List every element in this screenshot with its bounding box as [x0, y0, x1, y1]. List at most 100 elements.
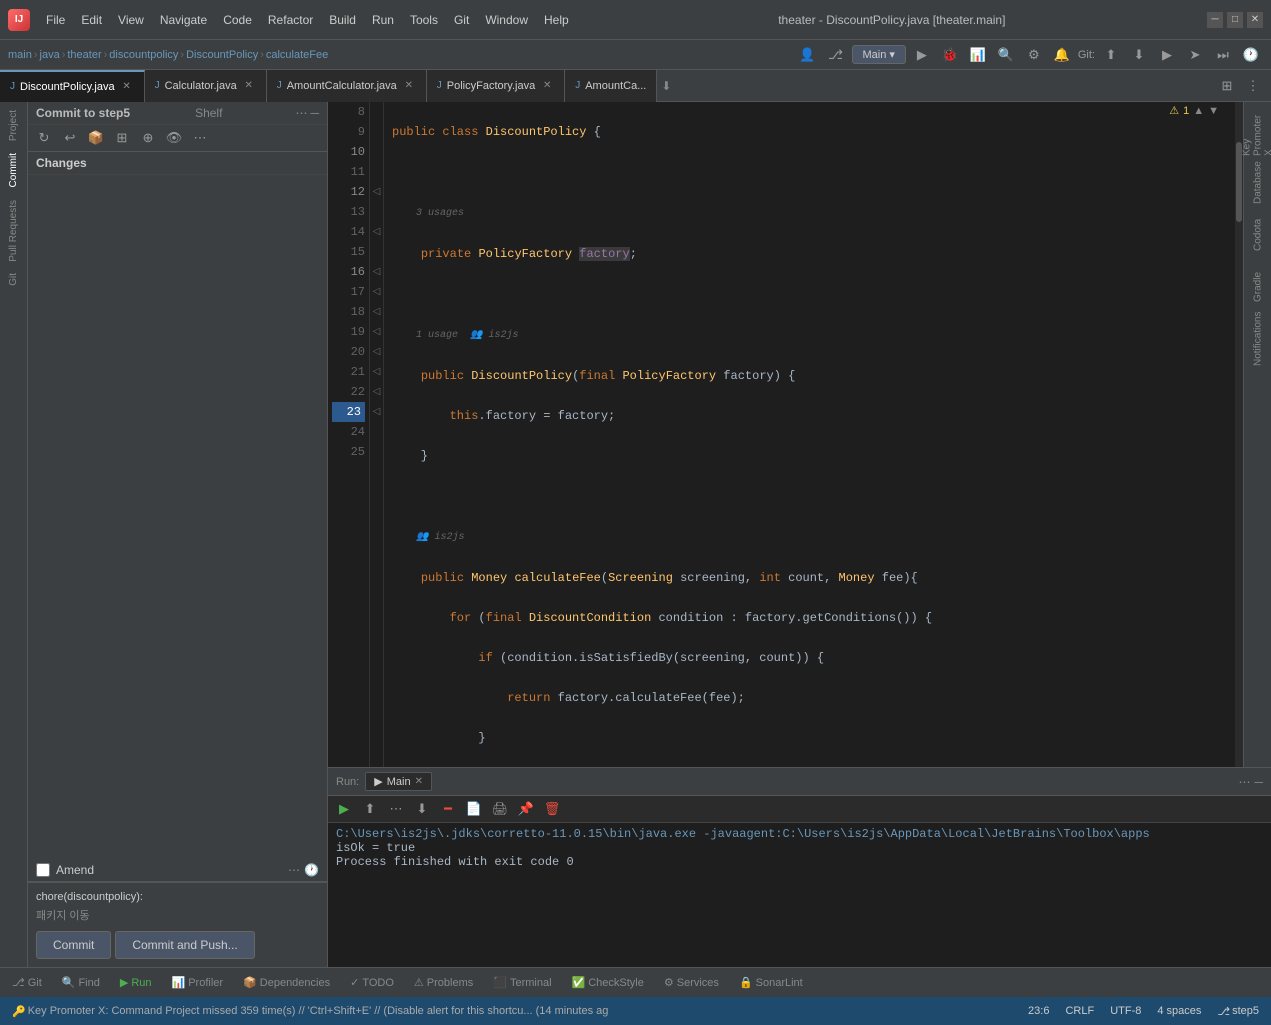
maximize-button[interactable]: □: [1227, 12, 1243, 28]
amend-checkbox[interactable]: [36, 863, 50, 877]
window-controls[interactable]: ─ □ ✕: [1207, 12, 1263, 28]
tab-amountcalculator[interactable]: J AmountCalculator.java ✕: [267, 70, 427, 102]
breadcrumb-class[interactable]: DiscountPolicy: [186, 49, 258, 61]
git-more-icon[interactable]: ▶: [1155, 44, 1179, 66]
tab-calculator[interactable]: J Calculator.java ✕: [145, 70, 267, 102]
bottom-problems[interactable]: ⚠ Problems: [410, 974, 477, 991]
user-icon[interactable]: 👤: [796, 44, 820, 66]
menu-tools[interactable]: Tools: [402, 9, 446, 31]
sidebar-item-pullrequests[interactable]: Pull Requests: [8, 196, 19, 266]
expand-icon[interactable]: ⊕: [136, 127, 160, 149]
bottom-services[interactable]: ⚙ Services: [660, 974, 723, 991]
run-trash-icon[interactable]: 🗑: [540, 798, 564, 820]
terminal-tab-close[interactable]: ✕: [415, 776, 423, 787]
git-pull-icon[interactable]: ⬇: [1127, 44, 1151, 66]
menu-window[interactable]: Window: [477, 9, 536, 31]
amend-clock-icon[interactable]: 🕐: [304, 863, 319, 877]
vertical-scrollbar[interactable]: [1235, 102, 1243, 767]
tab-amountca[interactable]: J AmountCa...: [565, 70, 657, 102]
git-push-icon[interactable]: ⬆: [1099, 44, 1123, 66]
git-arrow-icon[interactable]: ➤: [1183, 44, 1207, 66]
bottom-checkstyle[interactable]: ✅ CheckStyle: [568, 974, 648, 991]
breadcrumb-java[interactable]: java: [40, 49, 60, 61]
notification-icon[interactable]: 🔔: [1050, 44, 1074, 66]
commit-to-label[interactable]: Commit to step5: [36, 106, 130, 120]
breadcrumb-main[interactable]: main: [8, 49, 32, 61]
commit-button[interactable]: Commit: [36, 931, 111, 959]
run-wrap-icon[interactable]: 🖨: [488, 798, 512, 820]
stash-icon[interactable]: 📦: [84, 127, 108, 149]
close-button[interactable]: ✕: [1247, 12, 1263, 28]
search-button[interactable]: 🔍: [994, 44, 1018, 66]
run-button[interactable]: ▶: [910, 44, 934, 66]
sidebar-item-git[interactable]: Git: [8, 269, 19, 290]
menu-build[interactable]: Build: [321, 9, 364, 31]
diff-icon[interactable]: ⊞: [110, 127, 134, 149]
terminal-tab-main[interactable]: ▶ Main ✕: [365, 772, 432, 791]
sidebar-more-icon[interactable]: ⋯: [295, 106, 307, 120]
branch-icon[interactable]: ⎇: [824, 44, 848, 66]
minimize-button[interactable]: ─: [1207, 12, 1223, 28]
scroll-down-icon[interactable]: ▼: [1208, 105, 1219, 117]
tab-close-discountpolicy[interactable]: ✕: [120, 80, 134, 94]
menu-file[interactable]: File: [38, 9, 73, 31]
status-encoding[interactable]: CRLF: [1061, 1003, 1098, 1019]
menu-navigate[interactable]: Navigate: [152, 9, 215, 31]
run-scroll-up-icon[interactable]: ⬆: [358, 798, 382, 820]
shelf-label[interactable]: Shelf: [195, 106, 222, 120]
editor-layout-icon[interactable]: ⊞: [1215, 75, 1239, 97]
run-stop-icon[interactable]: ⋯: [384, 798, 408, 820]
bottom-sonarlint[interactable]: 🔒 SonarLint: [735, 974, 807, 991]
breadcrumb-theater[interactable]: theater: [67, 49, 101, 61]
debug-button[interactable]: 🐞: [938, 44, 962, 66]
tab-close-policy[interactable]: ✕: [540, 79, 554, 93]
breadcrumb-method[interactable]: calculateFee: [266, 49, 328, 61]
menu-help[interactable]: Help: [536, 9, 577, 31]
breadcrumb-discountpolicy[interactable]: discountpolicy: [109, 49, 178, 61]
refresh-icon[interactable]: ↻: [32, 127, 56, 149]
menu-git[interactable]: Git: [446, 9, 477, 31]
view-options-icon[interactable]: 👁: [162, 127, 186, 149]
menu-view[interactable]: View: [110, 9, 152, 31]
run-pin-icon[interactable]: 📌: [514, 798, 538, 820]
key-promoter-panel[interactable]: Key Promoter X: [1246, 106, 1270, 156]
codota-panel[interactable]: Codota: [1246, 210, 1270, 260]
tab-policyfactory[interactable]: J PolicyFactory.java ✕: [427, 70, 565, 102]
bottom-git[interactable]: ⎇ Git: [8, 974, 46, 991]
commit-push-button[interactable]: Commit and Push...: [115, 931, 254, 959]
run-filter-icon[interactable]: 📄: [462, 798, 486, 820]
run-clear-icon[interactable]: ━: [436, 798, 460, 820]
scroll-up-icon[interactable]: ▲: [1193, 105, 1204, 117]
sidebar-item-commit[interactable]: Commit: [8, 149, 19, 191]
code-editor[interactable]: public class DiscountPolicy { 3 usages p…: [384, 102, 1235, 767]
bottom-run[interactable]: ▶ Run: [116, 974, 156, 991]
rollback-icon[interactable]: ↩: [58, 127, 82, 149]
bottom-dependencies[interactable]: 📦 Dependencies: [239, 974, 334, 991]
bottom-find[interactable]: 🔍 Find: [58, 974, 104, 991]
status-indent[interactable]: 4 spaces: [1153, 1003, 1205, 1019]
gradle-panel[interactable]: Gradle: [1246, 262, 1270, 312]
bottom-profiler[interactable]: 📊 Profiler: [168, 974, 228, 991]
menu-edit[interactable]: Edit: [73, 9, 110, 31]
tab-close-amount[interactable]: ✕: [402, 79, 416, 93]
bottom-terminal[interactable]: ⬛ Terminal: [489, 974, 555, 991]
profile-button[interactable]: 📊: [966, 44, 990, 66]
run-rerun-icon[interactable]: ⬇: [410, 798, 434, 820]
menu-refactor[interactable]: Refactor: [260, 9, 321, 31]
status-charset[interactable]: UTF-8: [1106, 1003, 1145, 1019]
database-panel[interactable]: Database: [1246, 158, 1270, 208]
terminal-more-icon[interactable]: ⋯: [1238, 775, 1250, 789]
run-play-button[interactable]: ▶: [332, 798, 356, 820]
menu-bar[interactable]: File Edit View Navigate Code Refactor Bu…: [38, 9, 577, 31]
settings-icon[interactable]: ⚙: [1022, 44, 1046, 66]
sidebar-item-project[interactable]: Project: [8, 106, 19, 145]
status-position[interactable]: 23:6: [1024, 1003, 1053, 1019]
terminal-minimize-icon[interactable]: ─: [1254, 775, 1263, 789]
tab-discountpolicy[interactable]: J DiscountPolicy.java ✕: [0, 70, 145, 102]
status-keypromoter[interactable]: 🔑 Key Promoter X: Command Project missed…: [8, 1003, 612, 1020]
tab-close-calculator[interactable]: ✕: [242, 79, 256, 93]
menu-code[interactable]: Code: [215, 9, 260, 31]
menu-run[interactable]: Run: [364, 9, 402, 31]
editor-more-icon[interactable]: ⋮: [1241, 75, 1265, 97]
breadcrumb[interactable]: main › java › theater › discountpolicy ›…: [8, 49, 328, 61]
